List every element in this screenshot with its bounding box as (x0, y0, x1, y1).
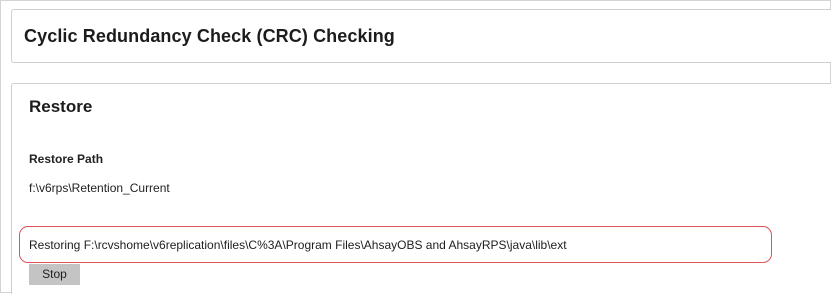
window-frame: Cyclic Redundancy Check (CRC) Checking R… (0, 0, 831, 294)
page-title: Cyclic Redundancy Check (CRC) Checking (24, 26, 395, 46)
restore-path-value: f:\v6rps\Retention_Current (29, 181, 170, 195)
header-panel: Cyclic Redundancy Check (CRC) Checking (11, 9, 831, 63)
restore-status-text: Restoring F:\rcvshome\v6replication\file… (29, 238, 567, 252)
status-highlight: Restoring F:\rcvshome\v6replication\file… (19, 226, 772, 263)
stop-button[interactable]: Stop (29, 264, 80, 285)
restore-panel: Restore Restore Path f:\v6rps\Retention_… (11, 83, 831, 294)
restore-path-label: Restore Path (29, 152, 104, 166)
section-title: Restore (29, 97, 93, 116)
